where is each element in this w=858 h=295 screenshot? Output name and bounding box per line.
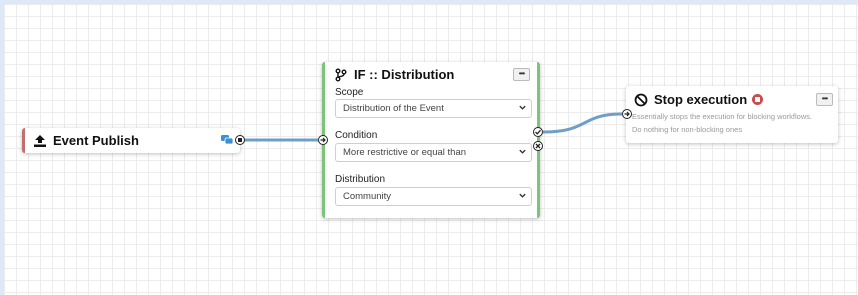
stop-node-menu-button[interactable]: ••• — [816, 93, 833, 106]
scope-select[interactable]: Distribution of the Event — [335, 99, 532, 118]
flag-icon — [238, 138, 242, 142]
distribution-label: Distribution — [335, 174, 386, 185]
distribution-select[interactable]: Community — [335, 187, 532, 206]
condition-select[interactable]: More restrictive or equal than — [335, 143, 532, 162]
if-node-title: IF :: Distribution — [334, 67, 454, 82]
branch-icon — [335, 68, 347, 81]
upload-icon — [34, 134, 46, 147]
if-true-output-port[interactable] — [533, 127, 543, 137]
if-distribution-node[interactable]: IF :: Distribution ••• Scope Distributio… — [322, 62, 540, 218]
scope-label: Scope — [335, 87, 364, 98]
ban-icon — [634, 93, 648, 106]
x-circle-icon — [535, 143, 541, 149]
wire-if-to-stop — [542, 112, 623, 134]
chevron-down-icon — [519, 193, 526, 198]
stop-circle-icon — [752, 94, 764, 105]
if-false-output-port[interactable] — [533, 141, 543, 151]
arrow-right-circle-icon — [624, 111, 630, 117]
stop-description-line-1: Essentially stops the execution for bloc… — [632, 112, 813, 121]
stop-input-port[interactable] — [622, 109, 632, 119]
if-node-menu-button[interactable]: ••• — [513, 68, 530, 81]
chevron-down-icon — [519, 105, 526, 110]
condition-label: Condition — [335, 130, 378, 141]
chat-bubbles-icon[interactable] — [221, 135, 233, 145]
event-output-port[interactable] — [235, 135, 245, 145]
stop-execution-title: Stop execution — [634, 92, 764, 107]
if-input-port[interactable] — [318, 135, 328, 145]
arrow-right-circle-icon — [320, 137, 326, 143]
stop-execution-node[interactable]: Stop execution ••• Essentially stops the… — [626, 86, 838, 143]
stop-description-line-2: Do nothing for non-blocking ones — [632, 125, 743, 134]
event-publish-title: Event Publish — [33, 133, 139, 148]
event-publish-node[interactable]: Event Publish — [22, 128, 240, 153]
chevron-down-icon — [519, 149, 526, 154]
check-circle-icon — [535, 129, 541, 135]
